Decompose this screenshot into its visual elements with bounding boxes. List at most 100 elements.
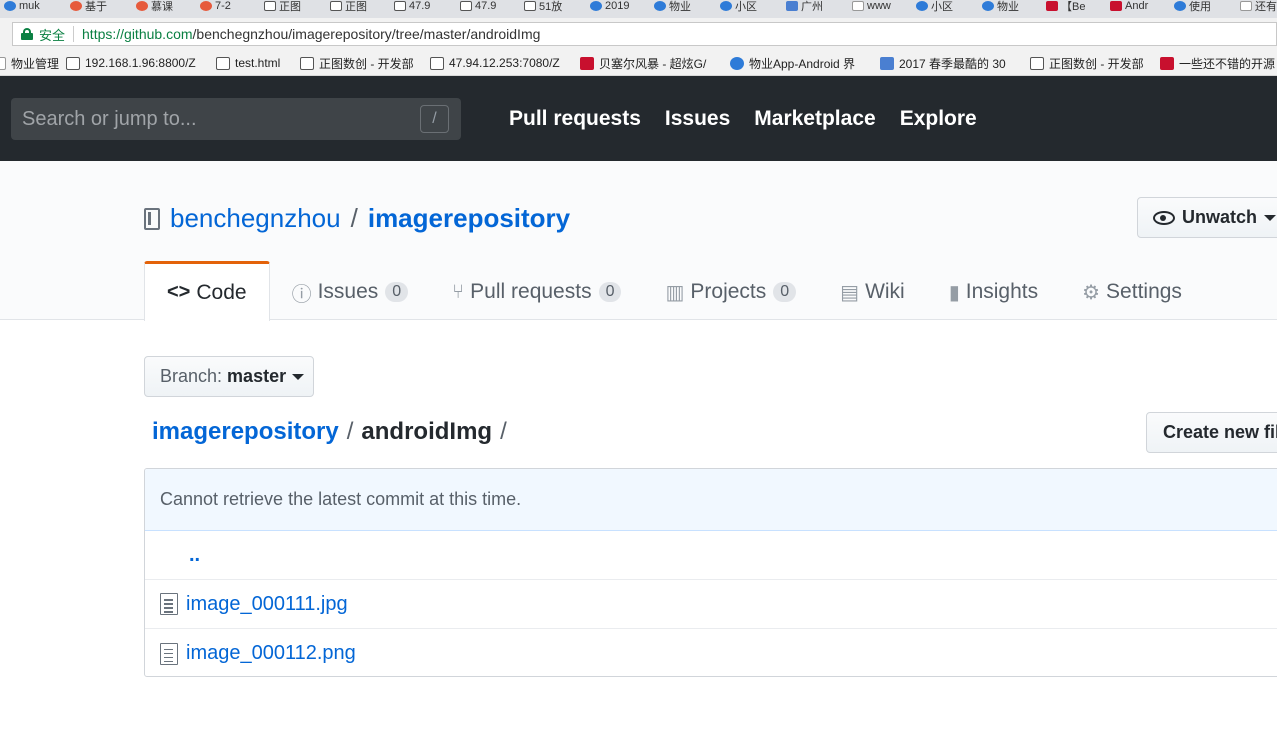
bookmark-label: 正图数创 - 开发部 bbox=[319, 56, 414, 71]
file-icon bbox=[160, 593, 178, 615]
tab-code[interactable]: <> Code bbox=[144, 261, 270, 321]
csdn-icon bbox=[1160, 56, 1174, 70]
bookmark-label: 47.94.12.253:7080/Z bbox=[449, 56, 560, 70]
tab-insights[interactable]: ▮ Insights bbox=[927, 261, 1060, 320]
browser-tab-label: 还有 bbox=[1255, 1, 1277, 13]
flame-icon bbox=[136, 1, 148, 11]
image-icon bbox=[394, 1, 406, 11]
parent-dir-row: .. bbox=[145, 531, 1277, 580]
tab-wiki[interactable]: ▤ Wiki bbox=[818, 261, 927, 320]
tab-label: Code bbox=[196, 280, 247, 304]
bookmark-item[interactable]: 正图数创 - 开发部 bbox=[1030, 55, 1144, 71]
tab-settings[interactable]: ⚙ Settings bbox=[1060, 261, 1204, 320]
browser-tab[interactable]: 小区 bbox=[916, 0, 953, 13]
branch-prefix: Branch: bbox=[160, 366, 223, 386]
browser-tab[interactable]: 使用 bbox=[1174, 0, 1211, 13]
bookmark-label: 2017 春季最酷的 30 bbox=[899, 56, 1006, 71]
nav-explore[interactable]: Explore bbox=[900, 107, 977, 131]
bookmark-item[interactable]: 一些还不错的开源 bbox=[1160, 55, 1275, 71]
bookmark-item[interactable]: test.html bbox=[216, 55, 280, 71]
search-box[interactable]: / bbox=[11, 98, 461, 140]
bookmark-item[interactable]: 贝塞尔风暴 - 超炫G/ bbox=[580, 55, 706, 71]
browser-tab[interactable]: 慕课 bbox=[136, 0, 173, 13]
repo-owner-link[interactable]: benchegnzhou bbox=[170, 203, 341, 234]
image-icon bbox=[330, 1, 342, 11]
file-link[interactable]: image_000111.jpg bbox=[186, 593, 348, 616]
browser-tab-label: 正图 bbox=[279, 1, 301, 13]
parent-dir-link[interactable]: .. bbox=[189, 544, 200, 567]
browser-tab-label: 广州 bbox=[801, 1, 823, 13]
browser-tab[interactable]: muk bbox=[4, 0, 40, 12]
tab-counter: 0 bbox=[773, 282, 797, 302]
browser-tab[interactable]: 7-2 bbox=[200, 0, 231, 12]
globe-icon bbox=[730, 56, 744, 70]
bookmark-item[interactable]: 物业管理 bbox=[0, 55, 59, 71]
page-icon bbox=[852, 1, 864, 11]
search-input[interactable] bbox=[11, 107, 411, 131]
browser-tab[interactable]: www bbox=[852, 0, 891, 12]
browser-tab[interactable]: 物业 bbox=[654, 0, 691, 13]
tab-label: Wiki bbox=[865, 280, 905, 303]
image-icon bbox=[524, 1, 536, 11]
nav-issues[interactable]: Issues bbox=[665, 107, 730, 131]
url-divider bbox=[73, 26, 75, 42]
file-link[interactable]: image_000112.png bbox=[186, 642, 356, 665]
unwatch-button[interactable]: Unwatch bbox=[1137, 197, 1277, 238]
image-icon bbox=[264, 1, 276, 11]
bookmark-item[interactable]: 192.168.1.96:8800/Z bbox=[66, 55, 196, 71]
browser-tab[interactable]: 正图 bbox=[264, 0, 301, 13]
browser-tab[interactable]: 47.9 bbox=[460, 0, 496, 12]
issue-icon: ⓘ bbox=[291, 283, 312, 306]
tab-label: Settings bbox=[1106, 280, 1182, 303]
browser-tab[interactable]: 51放 bbox=[524, 0, 563, 13]
tab-issues[interactable]: ⓘ Issues 0 bbox=[270, 261, 431, 320]
browser-tab-label: 物业 bbox=[997, 1, 1019, 13]
bookmark-item[interactable]: 2017 春季最酷的 30 bbox=[880, 55, 1006, 71]
page-icon bbox=[1240, 1, 1252, 11]
repo-header: benchegnzhou / imagerepository Unwatch <… bbox=[0, 161, 1277, 321]
nav-pull-requests[interactable]: Pull requests bbox=[509, 107, 641, 131]
tab-label: Insights bbox=[965, 280, 1039, 303]
bookmark-item[interactable]: 正图数创 - 开发部 bbox=[300, 55, 414, 71]
chevron-down-icon bbox=[292, 373, 305, 380]
browser-tab[interactable]: 正图 bbox=[330, 0, 367, 13]
bookmark-item[interactable]: 物业App-Android 界 bbox=[730, 55, 855, 71]
browser-tab[interactable]: 还有 bbox=[1240, 0, 1277, 13]
browser-tab[interactable]: 广州 bbox=[786, 0, 823, 13]
browser-tab-label: 基于 bbox=[85, 1, 107, 13]
create-new-file-button[interactable]: Create new file bbox=[1146, 412, 1277, 453]
browser-tab[interactable]: 【Be bbox=[1046, 0, 1085, 13]
breadcrumb-repo-link[interactable]: imagerepository bbox=[152, 418, 339, 446]
graph-icon: ▮ bbox=[948, 281, 960, 304]
browser-tab[interactable]: 物业 bbox=[982, 0, 1019, 13]
tab-projects[interactable]: ▥ Projects 0 bbox=[643, 261, 818, 320]
nav-marketplace[interactable]: Marketplace bbox=[754, 107, 875, 131]
breadcrumb-separator: / bbox=[500, 418, 507, 445]
bookmark-label: 一些还不错的开源 bbox=[1179, 56, 1276, 71]
browser-tab-label: 物业 bbox=[669, 1, 691, 13]
branch-select-button[interactable]: Branch: master bbox=[144, 356, 314, 397]
browser-tab[interactable]: Andr bbox=[1110, 0, 1148, 12]
refresh-icon bbox=[880, 56, 894, 70]
browser-tab-label: 正图 bbox=[345, 1, 367, 13]
branch-name: master bbox=[227, 366, 287, 386]
browser-tab[interactable]: 小区 bbox=[720, 0, 757, 13]
bookmarks-bar: 物业管理 192.168.1.96:8800/Z test.html 正图数创 - 开… bbox=[0, 49, 1277, 76]
tab-pull-requests[interactable]: ⑂ Pull requests 0 bbox=[430, 261, 643, 320]
repo-name-link[interactable]: imagerepository bbox=[368, 203, 570, 234]
browser-tab[interactable]: 基于 bbox=[70, 0, 107, 13]
browser-tab-label: 51放 bbox=[539, 1, 563, 13]
browser-tab[interactable]: 2019 bbox=[590, 0, 629, 12]
browser-address-bar: 安全 https://github.com/benchegnzhou/image… bbox=[0, 18, 1277, 49]
image-icon bbox=[460, 1, 472, 11]
url-path: /benchegnzhou/imagerepository/tree/maste… bbox=[192, 26, 541, 42]
url-box[interactable]: 安全 https://github.com/benchegnzhou/image… bbox=[12, 22, 1277, 46]
flame-icon bbox=[70, 1, 82, 11]
bookmark-item[interactable]: 47.94.12.253:7080/Z bbox=[430, 55, 560, 71]
bookmark-label: 物业App-Android 界 bbox=[749, 56, 856, 71]
browser-tab[interactable]: 47.9 bbox=[394, 0, 430, 12]
url-text[interactable]: https://github.com/benchegnzhou/imagerep… bbox=[82, 26, 540, 42]
breadcrumb: imagerepository / androidImg / bbox=[152, 418, 515, 446]
csdn-icon bbox=[1110, 1, 1122, 11]
table-row: image_000112.png bbox=[145, 629, 1277, 676]
